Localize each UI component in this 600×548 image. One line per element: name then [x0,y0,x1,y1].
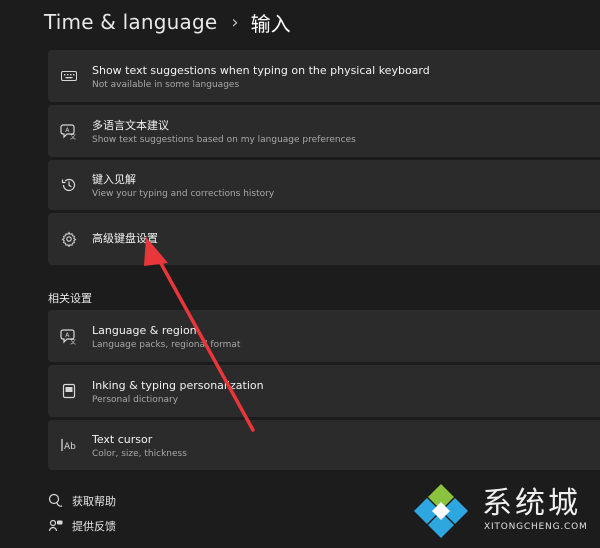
gear-icon [60,230,78,248]
page-title: 输入 [250,11,291,36]
svg-text:文: 文 [70,133,76,140]
language-region-icon: A文 [60,327,78,345]
card-subtitle: Color, size, thickness [92,449,187,459]
card-title: 键入见解 [92,173,136,186]
history-icon [60,176,78,194]
card-subtitle: Personal dictionary [92,395,179,405]
card-subtitle: Language packs, regional format [92,340,241,350]
text-cursor-icon: Ab [60,436,78,454]
setting-advanced-keyboard[interactable]: 高级键盘设置 [48,213,600,265]
breadcrumb-separator: › [231,11,239,33]
card-title: Show text suggestions when typing on the… [92,64,430,77]
setting-physical-keyboard-suggestions[interactable]: Show text suggestions when typing on the… [48,50,600,102]
card-subtitle: View your typing and corrections history [92,189,275,199]
card-subtitle: Not available in some languages [92,80,240,90]
card-title: Text cursor [92,433,153,446]
setting-typing-insights[interactable]: 键入见解 View your typing and corrections hi… [48,160,600,210]
related-language-region[interactable]: A文 Language & region Language packs, reg… [48,310,600,362]
card-subtitle: Show text suggestions based on my langua… [92,135,356,145]
card-title: Inking & typing personalization [92,379,264,392]
get-help-label: 获取帮助 [72,495,116,508]
breadcrumb: Time & language › 输入 [44,8,291,36]
section-title-related: 相关设置 [48,292,92,305]
pen-icon [60,382,78,400]
related-text-cursor[interactable]: Ab Text cursor Color, size, thickness [48,420,600,470]
related-inking-typing[interactable]: Inking & typing personalization Personal… [48,365,600,417]
card-title: 高级键盘设置 [92,232,158,245]
watermark: 系统城 XITONGCHENG.COM [410,474,600,544]
help-chat-icon [48,493,64,509]
card-title: Language & region [92,324,197,337]
svg-text:文: 文 [70,338,76,345]
watermark-logo [414,484,468,538]
watermark-text-en: XITONGCHENG.COM [484,522,588,532]
svg-text:Ab: Ab [64,442,76,452]
get-help-link[interactable]: 获取帮助 [48,493,116,509]
svg-text:A: A [65,332,70,339]
feedback-icon [48,518,64,534]
svg-text:A: A [65,127,70,134]
breadcrumb-root[interactable]: Time & language [44,10,217,34]
setting-multilingual-suggestions[interactable]: A文 多语言文本建议 Show text suggestions based o… [48,105,600,157]
give-feedback-link[interactable]: 提供反馈 [48,518,116,534]
watermark-text-cn: 系统城 [482,486,581,521]
language-text-icon: A文 [60,122,78,140]
keyboard-icon [60,67,78,85]
card-title: 多语言文本建议 [92,119,169,132]
give-feedback-label: 提供反馈 [72,520,116,533]
